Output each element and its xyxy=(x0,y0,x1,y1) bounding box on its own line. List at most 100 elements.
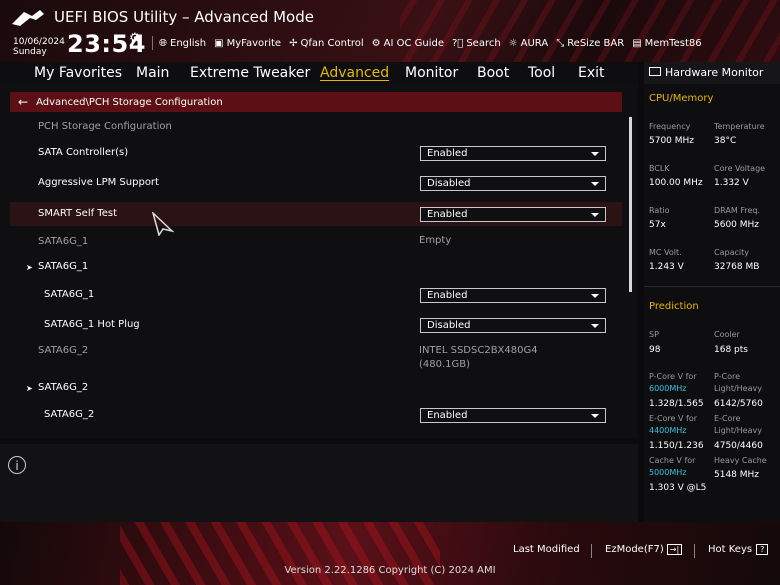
tab-tool[interactable]: Tool xyxy=(528,65,555,81)
date-display: 10/06/2024 Sunday xyxy=(13,37,65,57)
top-toolbar: 🌐︎ English ▣ MyFavorite ✢ Qfan Control ⚙ AI … xyxy=(152,36,710,50)
core-voltage-label: Core Voltage xyxy=(714,164,766,173)
aggressive-lpm-label: Aggressive LPM Support xyxy=(38,177,159,188)
hot-keys-button[interactable]: Hot Keys? xyxy=(708,544,769,555)
tab-exit[interactable]: Exit xyxy=(578,65,605,81)
sata6g-1-group[interactable]: SATA6G_1 xyxy=(38,261,88,272)
sata6g-2-info-value: INTEL SSDSC2BX480G4 (480.1GB) xyxy=(419,345,538,370)
sata6g-1-hotplug-select[interactable]: Disabled xyxy=(420,318,606,333)
pcore-light-heavy-value: 6142/5760 xyxy=(714,399,763,409)
sata-controller-select[interactable]: Enabled xyxy=(420,146,606,161)
breadcrumb[interactable]: ← Advanced\PCH Storage Configuration xyxy=(10,92,622,112)
pcore-light-heavy-label: P-Core Light/Heavy xyxy=(714,372,762,393)
header-bar: UEFI BIOS Utility – Advanced Mode 10/06/… xyxy=(0,0,780,62)
sata6g-1-port-label: SATA6G_1 xyxy=(44,289,95,300)
sata6g-2-port-label: SATA6G_2 xyxy=(44,409,95,420)
qfan-control-button[interactable]: ✢ Qfan Control xyxy=(289,38,364,49)
cooler-label: Cooler xyxy=(714,330,740,339)
favorite-icon: ▣ xyxy=(214,37,224,49)
question-icon: ? xyxy=(756,544,769,555)
tab-monitor[interactable]: Monitor xyxy=(405,65,458,81)
ratio-value: 57x xyxy=(649,220,666,230)
pcore-v-value: 1.328/1.565 xyxy=(649,399,704,409)
exit-arrow-icon: →| xyxy=(666,544,683,555)
memtest86-button[interactable]: ▤ MemTest86 xyxy=(632,38,701,49)
sata6g-1-info-label: SATA6G_1 xyxy=(38,236,89,247)
dram-freq-label: DRAM Freq. xyxy=(714,206,760,215)
sata-controller-label: SATA Controller(s) xyxy=(38,147,129,158)
heavy-cache-value: 5148 MHz xyxy=(714,470,760,480)
search-button[interactable]: ?⃞ Search xyxy=(452,38,501,49)
core-voltage-value: 1.332 V xyxy=(714,178,749,188)
tab-extreme-tweaker[interactable]: Extreme Tweaker xyxy=(190,65,310,81)
globe-icon: 🌐︎ xyxy=(159,37,167,49)
app-title: UEFI BIOS Utility – Advanced Mode xyxy=(54,8,314,26)
language-button[interactable]: 🌐︎ English xyxy=(159,38,206,49)
cooler-value: 168 pts xyxy=(714,345,748,355)
tab-my-favorites[interactable]: My Favorites xyxy=(34,65,122,81)
tab-main[interactable]: Main xyxy=(136,65,169,81)
chevron-down-icon xyxy=(591,213,599,217)
main-menu-bar: My Favorites Main Extreme Tweaker Advanc… xyxy=(0,62,638,84)
ai-oc-icon: ⚙ xyxy=(371,37,381,49)
capacity-label: Capacity xyxy=(714,248,749,257)
chevron-down-icon xyxy=(591,152,599,156)
ratio-label: Ratio xyxy=(649,206,670,215)
cache-v-label: Cache V for 5000MHz xyxy=(649,456,696,477)
gear-icon[interactable]: ⚙ xyxy=(129,31,141,46)
tab-advanced[interactable]: Advanced xyxy=(320,65,389,81)
ai-oc-guide-button[interactable]: ⚙ AI OC Guide xyxy=(372,38,444,49)
ecore-v-label: E-Core V for 4400MHz xyxy=(649,414,698,435)
divider xyxy=(591,544,592,558)
mc-volt-label: MC Volt. xyxy=(649,248,682,257)
frequency-value: 5700 MHz xyxy=(649,136,695,146)
mouse-cursor-icon xyxy=(152,212,174,236)
ecore-light-heavy-label: E-Core Light/Heavy xyxy=(714,414,762,435)
back-arrow-icon[interactable]: ← xyxy=(18,95,28,109)
sata6g-2-info-label: SATA6G_2 xyxy=(38,345,89,356)
sata6g-2-group[interactable]: SATA6G_2 xyxy=(38,382,88,393)
prediction-section-title: Prediction xyxy=(649,301,699,312)
ecore-v-value: 1.150/1.236 xyxy=(649,441,704,451)
settings-panel xyxy=(0,84,638,438)
hardware-monitor-title: Hardware Monitor xyxy=(665,66,764,79)
tab-boot[interactable]: Boot xyxy=(477,65,509,81)
chevron-down-icon xyxy=(591,324,599,328)
ecore-light-heavy-value: 4750/4460 xyxy=(714,441,763,451)
temperature-label: Temperature xyxy=(714,122,765,131)
expand-arrow-icon: ➤ xyxy=(26,384,33,393)
frequency-label: Frequency xyxy=(649,122,691,131)
dram-freq-value: 5600 MHz xyxy=(714,220,760,230)
chevron-down-icon xyxy=(591,182,599,186)
sata6g-1-port-select[interactable]: Enabled xyxy=(420,288,606,303)
resize-bar-icon: ⤡ xyxy=(556,37,565,49)
resize-bar-button[interactable]: ⤡ ReSize BAR xyxy=(556,38,624,49)
myfavorite-button[interactable]: ▣ MyFavorite xyxy=(214,38,281,49)
fan-icon: ✢ xyxy=(289,37,298,49)
aura-icon: ☼ xyxy=(508,37,518,49)
monitor-icon xyxy=(649,67,661,76)
aggressive-lpm-select[interactable]: Disabled xyxy=(420,176,606,191)
temperature-value: 38°C xyxy=(714,136,737,146)
smart-self-test-label: SMART Self Test xyxy=(38,208,117,219)
aura-button[interactable]: ☼ AURA xyxy=(509,38,549,49)
ezmode-button[interactable]: EzMode(F7) →| xyxy=(605,544,683,555)
help-info-panel xyxy=(0,444,638,522)
divider xyxy=(644,286,780,287)
sata6g-1-hotplug-label: SATA6G_1 Hot Plug xyxy=(44,319,140,330)
cpu-memory-section-title: CPU/Memory xyxy=(649,93,714,104)
cache-v-value: 1.303 V @L5 xyxy=(649,483,707,493)
last-modified-button[interactable]: Last Modified xyxy=(513,544,580,555)
smart-self-test-select[interactable]: Enabled xyxy=(420,207,606,222)
chevron-down-icon xyxy=(591,294,599,298)
info-icon: i xyxy=(8,456,26,474)
version-text: Version 2.22.1286 Copyright (C) 2024 AMI xyxy=(284,565,496,576)
sp-label: SP xyxy=(649,330,659,339)
chevron-down-icon xyxy=(591,414,599,418)
sp-value: 98 xyxy=(649,345,661,355)
sata6g-2-port-select[interactable]: Enabled xyxy=(420,408,606,423)
scrollbar[interactable] xyxy=(629,117,632,292)
bclk-value: 100.00 MHz xyxy=(649,178,703,188)
sata6g-1-info-value: Empty xyxy=(419,235,452,246)
divider xyxy=(694,544,695,558)
